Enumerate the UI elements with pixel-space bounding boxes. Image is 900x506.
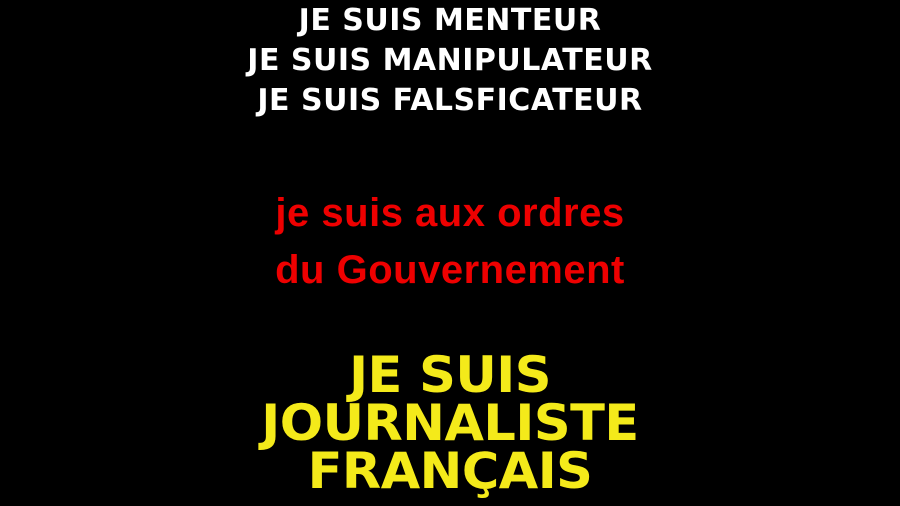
white-line-1: JE SUIS MENTEUR	[298, 3, 602, 38]
red-line-1: je suis aux ordres	[275, 191, 625, 235]
white-line-3: JE SUIS FALSFICATEUR	[257, 83, 643, 118]
red-line-2: du Gouvernement	[275, 248, 625, 292]
white-line-2: JE SUIS MANIPULATEUR	[247, 43, 653, 78]
yellow-line-3: FRANÇAIS	[307, 442, 593, 500]
poster-canvas: JE SUIS MENTEUR JE SUIS MANIPULATEUR JE …	[0, 0, 900, 506]
